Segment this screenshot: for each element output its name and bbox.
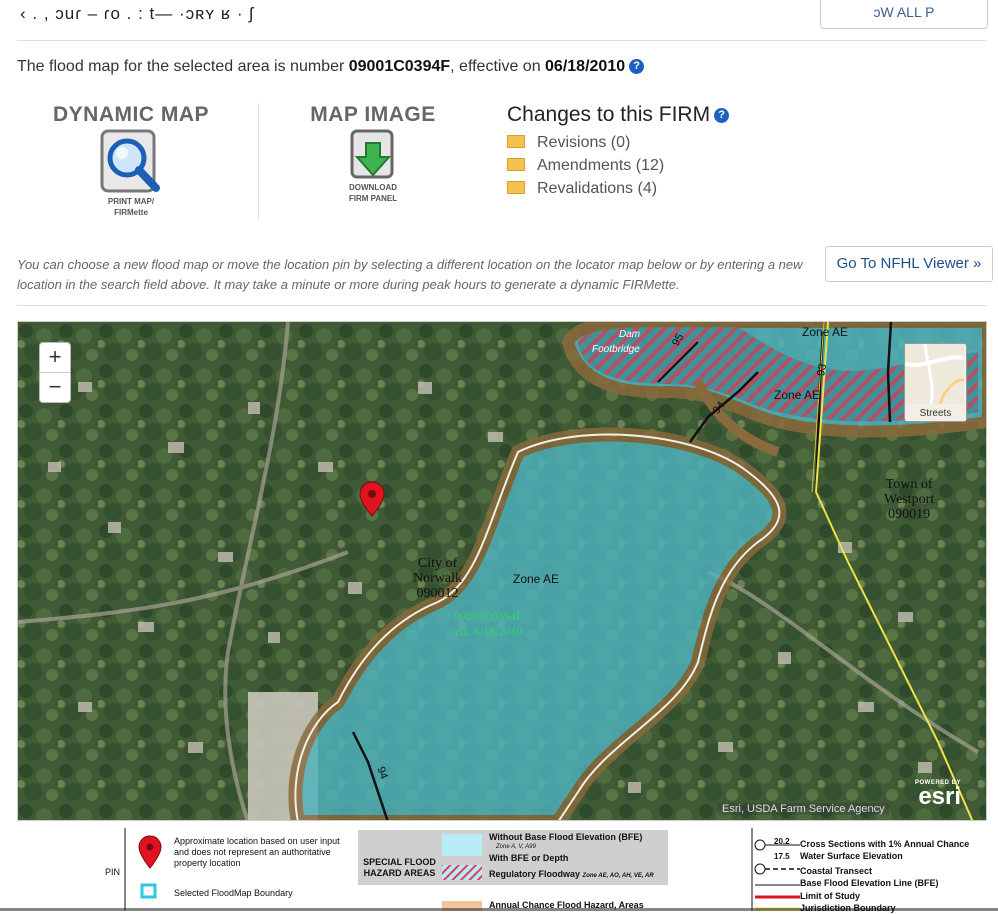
city-label-line: Norwalk <box>413 571 462 586</box>
legend-sfha-line: SPECIAL FLOOD <box>363 857 436 867</box>
legend-xs-value1: 20.2 <box>774 837 790 846</box>
magnifier-icon[interactable] <box>100 129 162 195</box>
instructions-note: You can choose a new flood map or move t… <box>17 257 803 292</box>
town-label-line: 090019 <box>888 507 931 522</box>
panel-label-line: eff. 6/18/2010 <box>454 624 523 638</box>
help-icon[interactable]: ? <box>629 59 645 75</box>
zoom-in-button[interactable]: + <box>40 343 70 372</box>
legend-limit: Limit of Study <box>800 891 860 901</box>
folder-icon <box>507 135 525 149</box>
legend-pin-line: Approximate location based on user input <box>174 836 340 846</box>
legend-jurisdiction: Jurisdiction Boundary <box>800 903 896 913</box>
help-icon[interactable]: ? <box>714 107 730 123</box>
legend-xs-value2: 17.5 <box>774 852 790 861</box>
locator-map[interactable]: + − Streets City of Norwalk 090012 Town … <box>17 321 987 821</box>
aerial-map-canvas[interactable] <box>18 322 987 821</box>
map-image-title: MAP IMAGE <box>310 103 436 126</box>
changes-item-amendments[interactable]: Amendments (12) <box>507 154 729 177</box>
divider <box>17 40 987 41</box>
legend-pin-line: property location <box>174 858 241 868</box>
changes-title-text: Changes to this FIRM <box>507 103 711 126</box>
dynamic-map-tool[interactable]: DYNAMIC MAP PRINT MAP/ FIRMette <box>46 103 216 217</box>
search-bar-text: ‹ . , ɔuɾ ‒ ɾo . : t— ·ɔʀʏ ʁ · ʃ <box>20 4 254 23</box>
legend-pin-text: Approximate location based on user input… <box>174 836 340 869</box>
legend-xs-text1: Cross Sections with 1% Annual Chance <box>800 839 970 849</box>
dynamic-map-title: DYNAMIC MAP <box>53 103 209 126</box>
map-legend: PIN Approximate location based on user i… <box>0 822 998 913</box>
map-image-tool[interactable]: MAP IMAGE DOWNLOAD FIRM PANEL <box>298 103 448 203</box>
esri-wordmark: esri <box>918 783 962 810</box>
intro-prefix: The flood map for the selected area is n… <box>17 58 349 75</box>
map-image-caption-2: FIRM PANEL <box>348 194 398 203</box>
legend-annual: Annual Chance Flood Hazard, Areas <box>489 900 644 910</box>
changes-item-label: Amendments (12) <box>537 157 665 174</box>
streets-map-icon <box>905 344 964 404</box>
divider-vertical <box>258 103 259 219</box>
town-label-line: Westport <box>884 492 935 507</box>
legend-pin-line: and does not represent an authoritative <box>174 847 331 857</box>
legend-with-bfe: With BFE or Depth <box>489 853 569 863</box>
panel-label: 09001C0394F eff. 6/18/2010 <box>454 609 523 639</box>
show-all-button[interactable]: ɔW ALL P <box>820 0 988 29</box>
legend-xs-text2: Water Surface Elevation <box>800 851 903 861</box>
basemap-toggle[interactable]: Streets <box>904 343 967 422</box>
changes-item-revisions[interactable]: Revisions (0) <box>507 131 729 154</box>
zoom-control: + − <box>39 342 71 403</box>
legend-coastal: Coastal Transect <box>800 866 873 876</box>
changes-item-label: Revisions (0) <box>537 134 631 151</box>
legend-floodway: Regulatory Floodway Zone AE, AO, AH, VE,… <box>489 869 654 882</box>
download-icon[interactable] <box>348 129 398 181</box>
town-label-line: Town of <box>885 477 933 492</box>
flood-map-intro: The flood map for the selected area is n… <box>17 58 645 76</box>
folder-icon <box>507 181 525 195</box>
legend-floodway-text: Regulatory Floodway <box>489 869 581 879</box>
city-label-line: City of <box>417 556 458 571</box>
city-label-line: 090012 <box>416 586 459 601</box>
zoom-out-button[interactable]: − <box>40 372 70 402</box>
map-attribution: Esri, USDA Farm Service Agency <box>718 803 889 815</box>
basemap-label: Streets <box>919 408 952 419</box>
legend-sfha-label: SPECIAL FLOOD HAZARD AREAS <box>362 857 437 879</box>
dam-label: Dam <box>619 329 641 340</box>
panel-label-line: 09001C0394F <box>454 609 523 623</box>
town-label: Town of Westport 090019 <box>884 477 934 522</box>
footbridge-label: Footbridge <box>592 344 640 355</box>
city-label: City of Norwalk 090012 <box>413 556 462 601</box>
top-bar: ‹ . , ɔuɾ ‒ ɾo . : t— ·ɔʀʏ ʁ · ʃ ɔW ALL … <box>0 0 998 40</box>
zone-label: Zone AE <box>774 388 821 402</box>
nfhl-viewer-button[interactable]: Go To NFHL Viewer » <box>825 246 993 282</box>
dynamic-map-caption-2: FIRMette <box>114 208 148 217</box>
zone-label: Zone AE <box>802 325 849 339</box>
changes-panel: Changes to this FIRM? Revisions (0) Amen… <box>507 103 730 200</box>
zone-label: Zone AE <box>513 572 560 586</box>
changes-item-label: Revalidations (4) <box>537 180 658 197</box>
map-image-caption-1: DOWNLOAD <box>349 183 397 192</box>
folder-icon <box>507 158 525 172</box>
legend-floodway-sub: Zone AE, AO, AH, VE, AR <box>582 873 654 879</box>
legend-boundary-text: Selected FloodMap Boundary <box>174 888 293 898</box>
intro-middle: , effective on <box>450 58 546 75</box>
legend-bfe-line: Base Flood Elevation Line (BFE) <box>800 878 939 888</box>
effective-date: 06/18/2010 <box>545 58 626 75</box>
panel-number: 09001C0394F <box>348 58 451 75</box>
changes-item-revalidations[interactable]: Revalidations (4) <box>507 177 729 200</box>
divider <box>17 305 987 306</box>
legend-without-bfe-sub: Zone A, V, A99 <box>496 844 536 850</box>
legend-pin-label: PIN <box>105 867 121 877</box>
changes-title: Changes to this FIRM? <box>507 103 730 127</box>
dynamic-map-caption-1: PRINT MAP/ <box>107 197 155 206</box>
esri-logo: POWERED BY esri <box>915 780 962 810</box>
legend-sfha-line: HAZARD AREAS <box>363 868 436 878</box>
cross-section-label: 93 <box>815 362 830 378</box>
